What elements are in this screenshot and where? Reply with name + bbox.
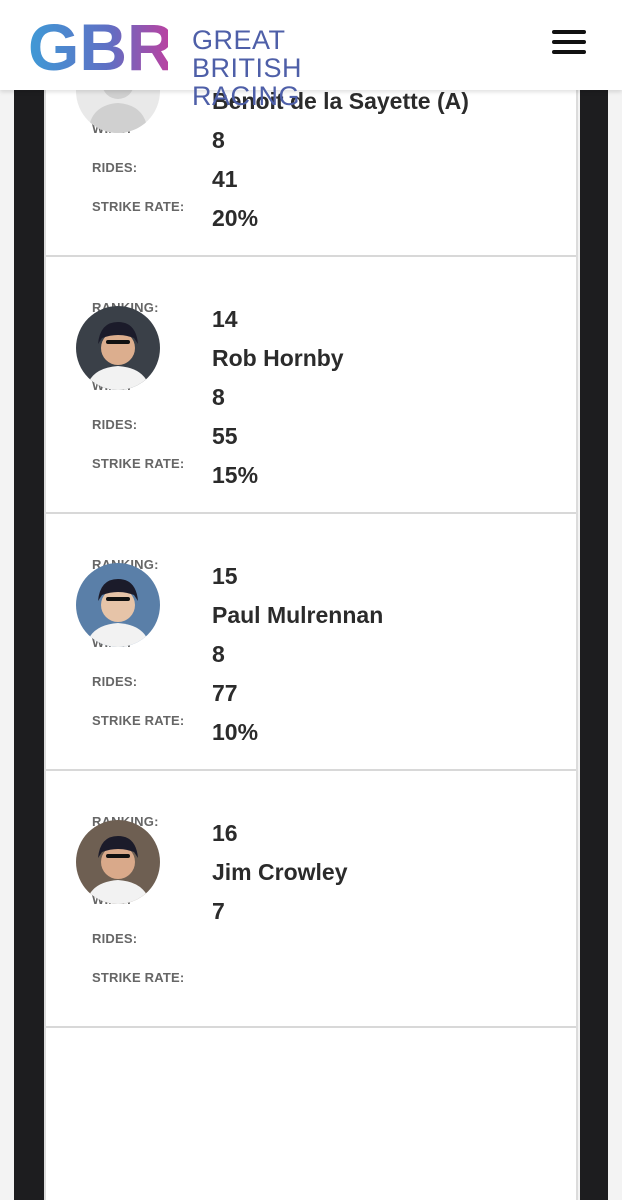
jockey-ranking: 14 xyxy=(212,306,238,332)
logo-wordmark: GREAT BRITISH RACING xyxy=(192,26,388,110)
jockey-card[interactable]: RANKING:16Jim CrowleyWINS:7RIDES:STRIKE … xyxy=(46,771,576,1028)
jockey-ranking: 16 xyxy=(212,820,238,846)
jockey-avatar xyxy=(76,820,160,904)
device-frame-left xyxy=(0,90,46,1200)
label-strike-rate: STRIKE RATE: xyxy=(92,970,185,985)
jockey-wins: 8 xyxy=(212,127,225,153)
jockey-card[interactable]: RANKING:14Rob HornbyWINS:8RIDES:55STRIKE… xyxy=(46,257,576,514)
jockey-card[interactable]: RANKING:15Paul MulrennanWINS:8RIDES:77ST… xyxy=(46,514,576,771)
jockey-rides: 55 xyxy=(212,423,238,449)
jockey-rides: 41 xyxy=(212,166,238,192)
jockey-name[interactable]: Jim Crowley xyxy=(212,859,348,886)
label-rides: RIDES: xyxy=(92,160,138,175)
label-rides: RIDES: xyxy=(92,674,138,689)
jockey-name[interactable]: Paul Mulrennan xyxy=(212,602,383,629)
jockey-ranking: 15 xyxy=(212,563,238,589)
label-strike-rate: STRIKE RATE: xyxy=(92,199,185,214)
jockey-strike-rate: 20% xyxy=(212,205,259,231)
label-rides: RIDES: xyxy=(92,931,138,946)
jockey-strike-rate: 15% xyxy=(212,462,259,488)
jockey-rankings-list: RANKING:12Neil CallanWINS:8RIDES:35STRIK… xyxy=(46,0,576,1028)
label-strike-rate: STRIKE RATE: xyxy=(92,456,185,471)
gbr-logo-letters: GBR xyxy=(28,12,168,78)
jockey-rides: 77 xyxy=(212,680,238,706)
site-header: GBR GREAT BRITISH RACING xyxy=(0,0,622,110)
jockey-strike-rate: 10% xyxy=(212,719,259,745)
logo-line-2: RACING xyxy=(192,81,301,111)
logo-line-1: GREAT BRITISH xyxy=(192,25,303,83)
jockey-avatar xyxy=(76,306,160,390)
jockey-wins: 7 xyxy=(212,898,225,924)
jockey-wins: 8 xyxy=(212,641,225,667)
jockey-name[interactable]: Rob Hornby xyxy=(212,345,344,372)
jockey-avatar xyxy=(76,563,160,647)
jockey-wins: 8 xyxy=(212,384,225,410)
label-rides: RIDES: xyxy=(92,417,138,432)
device-frame-right xyxy=(576,90,622,1200)
gbr-logo-mark: GBR xyxy=(28,10,175,84)
label-strike-rate: STRIKE RATE: xyxy=(92,713,185,728)
gbr-logo[interactable]: GBR GREAT BRITISH RACING xyxy=(28,10,388,110)
hamburger-menu-icon[interactable] xyxy=(552,30,586,58)
